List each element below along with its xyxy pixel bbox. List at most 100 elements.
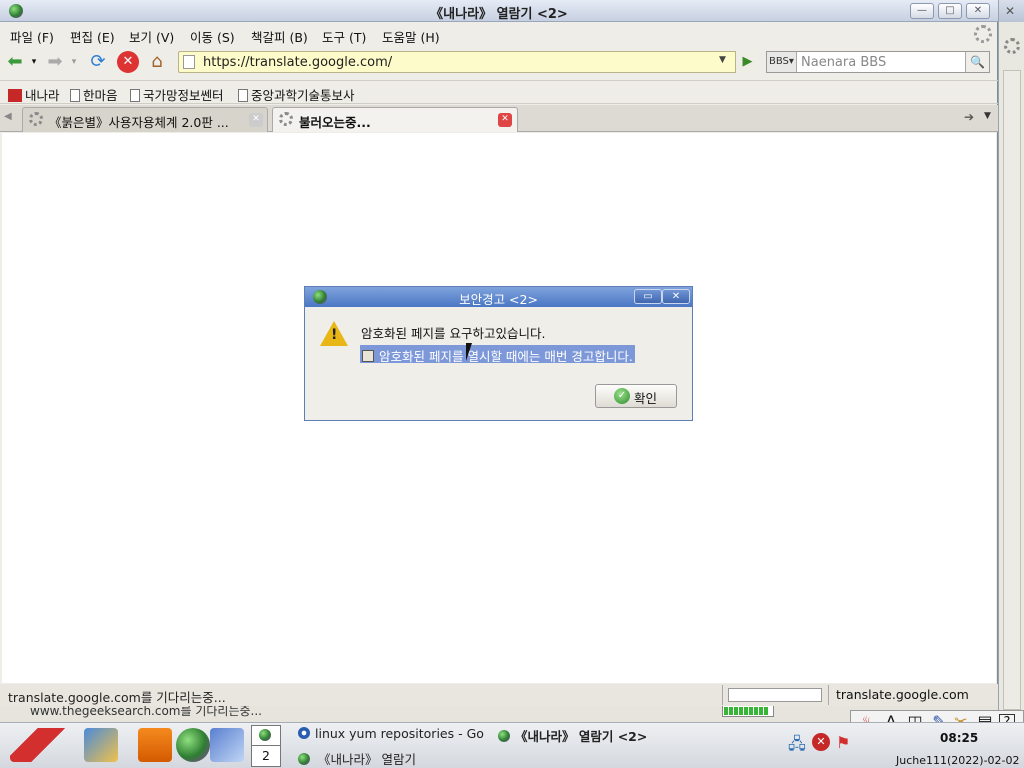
throbber-icon: [29, 112, 43, 126]
google-icon: [298, 727, 310, 739]
search-input[interactable]: Naenara BBS: [801, 55, 886, 70]
dialog-maximize-button[interactable]: ▭: [634, 289, 662, 304]
minimize-button[interactable]: —: [910, 3, 934, 19]
tab-redstar[interactable]: 《붉은별》사용자용체계 2.0판 ... ✕: [22, 107, 268, 132]
bookmark-science-news[interactable]: 중앙과학기술통보사: [238, 85, 355, 104]
security-warning-dialog: 보안경고 <2> ▭ ✕ ! 암호화된 페지를 요구하고있습니다. 암호화된 페…: [304, 286, 693, 421]
security-icon[interactable]: ✕: [812, 733, 830, 751]
url-bar[interactable]: https://translate.google.com/ ▼ ▶: [178, 51, 759, 73]
page-icon: [70, 89, 80, 102]
page-icon: [183, 55, 195, 69]
menu-tools[interactable]: 도구 (T): [322, 27, 366, 46]
menu-bookmarks[interactable]: 책갈피 (B): [251, 27, 308, 46]
throbber-icon: [1004, 38, 1020, 54]
browser-icon[interactable]: [176, 728, 210, 762]
bookmarks-toolbar: 내나라 한마음 국가망정보쎈터 중앙과학기술통보사: [0, 80, 998, 104]
editor-icon[interactable]: [84, 728, 118, 762]
mail-icon[interactable]: [210, 728, 244, 762]
check-icon: ✓: [614, 388, 630, 404]
tab-label: 《붉은별》사용자용체계 2.0판 ...: [49, 115, 229, 130]
stop-icon[interactable]: ✕: [117, 51, 139, 73]
go-icon[interactable]: ▶: [735, 51, 759, 73]
workspace-2[interactable]: 2: [252, 748, 280, 766]
search-engine-selector[interactable]: BBS▾: [767, 52, 797, 72]
menu-go[interactable]: 이동 (S): [190, 27, 235, 46]
throbber-icon: [279, 112, 293, 126]
background-window: ✕: [998, 0, 1024, 720]
search-engine-label: BBS: [769, 56, 789, 67]
tab-bar: ◀ 《붉은별》사용자용체계 2.0판 ... ✕ 불러오는중... ✕ ➔ ▼: [0, 105, 998, 132]
close-button[interactable]: ✕: [966, 3, 990, 19]
scrollbar[interactable]: [1003, 70, 1021, 710]
forward-dropdown-icon[interactable]: ▾: [68, 51, 80, 73]
dialog-message: 암호화된 페지를 요구하고있습니다.: [361, 326, 546, 341]
mouse-cursor: [466, 343, 478, 361]
search-icon[interactable]: 🔍: [965, 52, 989, 72]
checkbox-box[interactable]: [362, 350, 374, 362]
redstar-menu-icon[interactable]: [10, 728, 68, 762]
dialog-titlebar[interactable]: 보안경고 <2> ▭ ✕: [305, 287, 692, 307]
progress-bar: [728, 688, 822, 702]
tab-scroll-left-icon[interactable]: ◀: [4, 111, 12, 122]
menu-edit[interactable]: 편집 (E): [70, 27, 115, 46]
warn-every-time-checkbox[interactable]: 암호화된 페지를 열시할 때에는 매번 경고합니다.: [360, 345, 635, 364]
tab-label: 불러오는중...: [299, 115, 371, 130]
bookmark-naenara[interactable]: 내나라: [8, 85, 60, 104]
clock[interactable]: 08:25: [940, 731, 978, 745]
window-titlebar[interactable]: 《내나라》 열람기 <2> — □ ✕: [0, 0, 998, 22]
bookmark-label: 한마음: [83, 88, 118, 103]
search-box[interactable]: BBS▾ Naenara BBS 🔍: [766, 51, 990, 73]
close-icon[interactable]: ✕: [1005, 4, 1015, 18]
ok-button[interactable]: ✓ 확인: [595, 384, 677, 408]
bookmark-network-center[interactable]: 국가망정보쎈터: [130, 85, 224, 104]
tab-list-icon[interactable]: ▼: [984, 111, 991, 121]
globe-icon: [298, 753, 310, 765]
task-linux-yum[interactable]: linux yum repositories - Go: [298, 726, 484, 741]
menu-view[interactable]: 보기 (V): [129, 27, 174, 46]
menu-help[interactable]: 도움말 (H): [382, 27, 440, 46]
bookmark-label: 국가망정보쎈터: [143, 88, 224, 103]
bookmark-hanmaeum[interactable]: 한마음: [70, 85, 118, 104]
ok-label: 확인: [634, 391, 658, 406]
background-progress-bar: [722, 705, 774, 717]
url-dropdown-icon[interactable]: ▼: [719, 55, 726, 65]
flag-icon[interactable]: ⚑: [836, 733, 850, 752]
tab-loading[interactable]: 불러오는중... ✕: [272, 107, 518, 132]
background-window-titlebar: ✕: [999, 0, 1024, 22]
reload-icon[interactable]: ⟳: [87, 51, 109, 73]
statusbar: translate.google.com를 기다리는중... translate…: [0, 684, 998, 706]
task-label: linux yum repositories - Go: [315, 726, 484, 741]
status-host: translate.google.com: [836, 687, 969, 702]
tab-scroll-right-icon[interactable]: ➔: [964, 110, 974, 124]
bookmark-label: 중앙과학기술통보사: [251, 88, 355, 103]
page-icon: [130, 89, 140, 102]
file-manager-icon[interactable]: [138, 728, 172, 762]
home-icon[interactable]: ⌂: [146, 51, 168, 73]
task-browser-1[interactable]: 《내나라》 열람기: [298, 749, 416, 768]
back-icon[interactable]: ⬅: [4, 51, 26, 73]
workspace-1[interactable]: [252, 726, 280, 746]
network-icon[interactable]: 🖧: [788, 733, 806, 760]
close-icon[interactable]: ✕: [498, 113, 512, 127]
maximize-button[interactable]: □: [938, 3, 962, 19]
divider: [722, 685, 723, 705]
status-text: translate.google.com를 기다리는중...: [8, 690, 226, 705]
dialog-close-button[interactable]: ✕: [662, 289, 690, 304]
divider: [828, 685, 829, 705]
naenara-logo-icon: [8, 89, 22, 102]
task-browser-2[interactable]: 《내나라》 열람기 <2>: [498, 726, 647, 745]
back-dropdown-icon[interactable]: ▾: [28, 51, 40, 73]
workspace-pager[interactable]: 2: [251, 725, 281, 767]
forward-icon[interactable]: ➡: [44, 51, 66, 73]
system-tray: 🖧 ✕ ⚑: [788, 729, 860, 755]
bookmark-label: 내나라: [25, 88, 60, 103]
menu-file[interactable]: 파일 (F): [10, 27, 54, 46]
window-title: 《내나라》 열람기 <2>: [430, 7, 568, 22]
page-icon: [238, 89, 248, 102]
task-label: 《내나라》 열람기: [318, 752, 416, 767]
close-icon[interactable]: ✕: [249, 113, 263, 127]
menubar: 파일 (F) 편집 (E) 보기 (V) 이동 (S) 책갈피 (B) 도구 (…: [0, 23, 998, 45]
date: Juche111(2022)-02-02: [896, 754, 1020, 767]
url-text[interactable]: https://translate.google.com/: [203, 55, 392, 70]
taskbar: 2 linux yum repositories - Go 《내나라》 열람기 …: [0, 722, 1024, 768]
